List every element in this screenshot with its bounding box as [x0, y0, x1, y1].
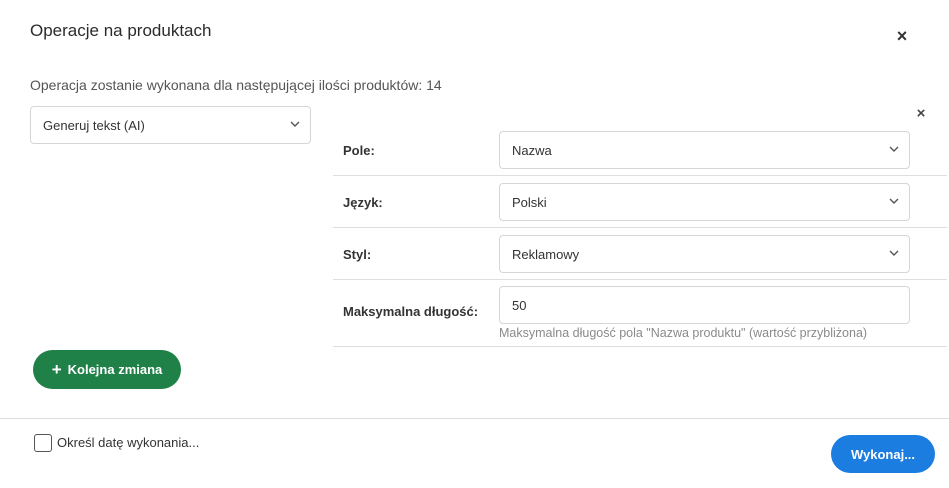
max-length-value: 50 — [512, 297, 527, 313]
max-length-input[interactable]: 50 — [499, 286, 910, 324]
operation-select[interactable]: Generuj tekst (AI) — [30, 106, 311, 144]
remove-operation-icon[interactable]: × — [913, 106, 929, 122]
add-change-label: Kolejna zmiana — [67, 362, 163, 377]
schedule-checkbox-label[interactable]: Określ datę wykonania... — [57, 435, 199, 450]
style-select[interactable]: Reklamowy — [499, 235, 910, 273]
add-change-button[interactable]: + Kolejna zmiana — [33, 350, 181, 389]
close-icon[interactable]: × — [893, 27, 911, 45]
field-select-value: Nazwa — [512, 142, 552, 158]
style-label: Styl: — [343, 247, 372, 262]
form-row-style: Styl: Reklamowy — [333, 228, 947, 280]
chevron-down-icon — [889, 146, 899, 152]
info-text: Operacja zostanie wykonana dla następują… — [30, 77, 442, 93]
field-select[interactable]: Nazwa — [499, 131, 910, 169]
operation-form: Pole: Nazwa Język: Polski Styl: Reklamow… — [333, 124, 947, 347]
execute-button[interactable]: Wykonaj... — [831, 435, 935, 473]
max-length-label: Maksymalna długość: — [343, 304, 479, 319]
chevron-down-icon — [889, 198, 899, 204]
language-select-value: Polski — [512, 194, 547, 210]
style-select-value: Reklamowy — [512, 246, 580, 262]
max-length-hint: Maksymalna długość pola "Nazwa produktu"… — [499, 326, 868, 340]
operation-select-value: Generuj tekst (AI) — [43, 117, 145, 133]
form-row-max-length: Maksymalna długość: 50 Maksymalna długoś… — [333, 280, 947, 347]
language-select[interactable]: Polski — [499, 183, 910, 221]
chevron-down-icon — [290, 121, 300, 127]
field-label: Pole: — [343, 143, 375, 158]
schedule-checkbox[interactable] — [34, 434, 52, 452]
form-row-language: Język: Polski — [333, 176, 947, 228]
language-label: Język: — [343, 195, 383, 210]
plus-icon: + — [51, 360, 62, 379]
form-row-field: Pole: Nazwa — [333, 124, 947, 176]
footer-divider — [0, 418, 949, 419]
chevron-down-icon — [889, 250, 899, 256]
dialog-title: Operacje na produktach — [30, 21, 212, 40]
operations-dialog: Operacje na produktach × Operacja zostan… — [0, 0, 949, 488]
